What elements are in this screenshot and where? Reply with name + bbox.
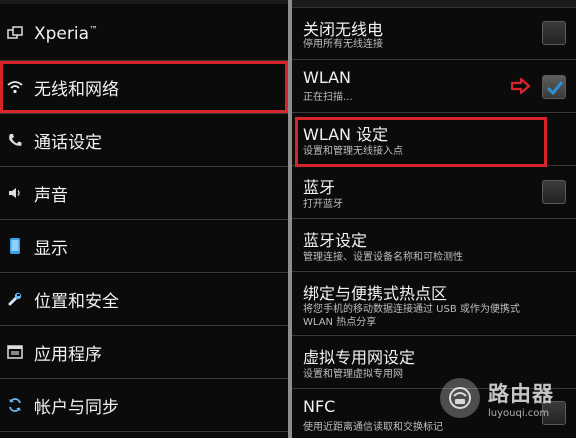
setting-subtitle: 停用所有无线连接 <box>303 39 383 50</box>
setting-subtitle: 设置和管理虚拟专用网 <box>303 369 403 380</box>
highlight-box-wlan-settings <box>295 117 547 167</box>
speaker-icon <box>6 184 24 202</box>
header-remnant <box>292 0 576 8</box>
setting-title: 关闭无线电 <box>303 20 384 39</box>
menu-item-sound[interactable]: 声音 <box>0 167 288 220</box>
menu-item-label: 通话设定 <box>34 132 102 153</box>
setting-bluetooth-settings[interactable]: 蓝牙设定 管理连接、设置设备名称和可检测性 <box>292 219 576 272</box>
setting-tethering-hotspot[interactable]: 绑定与便携式热点区 将您手机的移动数据连接通过 USB 或作为便携式 WLAN … <box>292 272 576 336</box>
watermark: 路由器 luyouqi.com <box>440 372 570 424</box>
sync-icon <box>6 396 24 414</box>
arrow-right-icon <box>511 77 531 95</box>
watermark-name: 路由器 <box>488 381 554 406</box>
menu-item-label: 声音 <box>34 185 68 206</box>
status-bar-remnant <box>0 0 288 4</box>
menu-item-applications[interactable]: 应用程序 <box>0 326 288 379</box>
setting-title: WLAN <box>303 68 352 87</box>
highlight-box-wireless <box>0 61 288 113</box>
watermark-domain: luyouqi.com <box>488 407 550 419</box>
airplane-mode-checkbox[interactable] <box>542 21 566 45</box>
settings-menu-panel: Xperia™ 无线和网络 通话设定 声音 显示 位置和安全 应用程序 帐户与同… <box>0 0 288 438</box>
router-logo-icon <box>440 378 480 418</box>
setting-subtitle: 使用近距离通信读取和交换标记 <box>303 422 443 433</box>
menu-item-display[interactable]: 显示 <box>0 220 288 273</box>
setting-subtitle: 管理连接、设置设备名称和可检测性 <box>303 252 463 263</box>
menu-item-label: 应用程序 <box>34 344 102 365</box>
menu-item-accounts-sync[interactable]: 帐户与同步 <box>0 379 288 432</box>
setting-wlan[interactable]: WLAN 正在扫描... <box>292 60 576 113</box>
bluetooth-checkbox[interactable] <box>542 180 566 204</box>
menu-item-call-settings[interactable]: 通话设定 <box>0 114 288 167</box>
setting-subtitle-line2: WLAN 热点分享 <box>303 317 377 328</box>
menu-item-xperia[interactable]: Xperia™ <box>0 8 288 61</box>
display-icon <box>6 237 24 255</box>
setting-title: 蓝牙设定 <box>303 231 368 250</box>
setting-airplane-mode[interactable]: 关闭无线电 停用所有无线连接 <box>292 8 576 60</box>
checkmark-icon <box>546 81 564 96</box>
menu-item-label: Xperia™ <box>34 24 99 44</box>
setting-title: 蓝牙 <box>303 178 336 197</box>
menu-item-label: 位置和安全 <box>34 291 119 312</box>
setting-subtitle: 正在扫描... <box>303 92 353 103</box>
setting-bluetooth[interactable]: 蓝牙 打开蓝牙 <box>292 166 576 219</box>
setting-title: 虚拟专用网设定 <box>303 348 416 367</box>
apps-icon <box>6 343 24 361</box>
menu-item-label: 帐户与同步 <box>34 397 119 418</box>
window-icon <box>6 25 24 43</box>
menu-item-location-security[interactable]: 位置和安全 <box>0 273 288 326</box>
setting-title: 绑定与便携式热点区 <box>303 284 448 303</box>
setting-subtitle: 打开蓝牙 <box>303 199 343 210</box>
menu-item-label: 显示 <box>34 238 68 259</box>
wlan-checkbox[interactable] <box>542 75 566 99</box>
setting-subtitle: 将您手机的移动数据连接通过 USB 或作为便携式 <box>303 304 520 315</box>
setting-title: NFC <box>303 397 336 416</box>
tools-icon <box>6 290 24 308</box>
phone-icon <box>6 131 24 149</box>
